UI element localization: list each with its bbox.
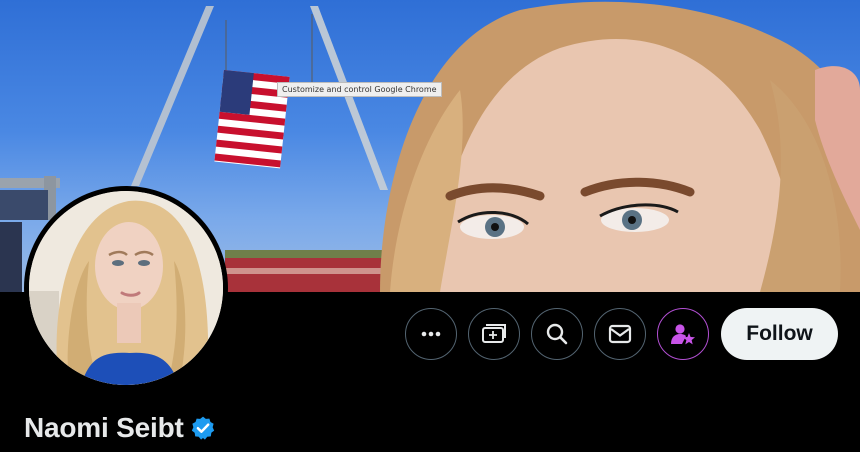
verified-badge-icon[interactable] [190, 415, 216, 441]
subscribe-button[interactable] [657, 308, 709, 360]
grok-icon [482, 324, 506, 343]
profile-actions [405, 308, 709, 360]
search-button[interactable] [531, 308, 583, 360]
more-horizontal-icon [421, 331, 441, 337]
search-icon [546, 323, 568, 345]
profile-avatar-frame[interactable] [24, 186, 228, 390]
avatar[interactable] [29, 191, 223, 385]
browser-tooltip: Customize and control Google Chrome [277, 82, 442, 97]
more-button[interactable] [405, 308, 457, 360]
subscribe-person-star-icon [671, 324, 695, 345]
display-name: Naomi Seibt [24, 412, 184, 443]
avatar-photo [29, 191, 223, 385]
message-button[interactable] [594, 308, 646, 360]
envelope-icon [608, 324, 632, 344]
follow-button[interactable]: Follow [721, 308, 838, 360]
grok-button[interactable] [468, 308, 520, 360]
profile-name-row: Naomi Seibt [24, 412, 216, 444]
